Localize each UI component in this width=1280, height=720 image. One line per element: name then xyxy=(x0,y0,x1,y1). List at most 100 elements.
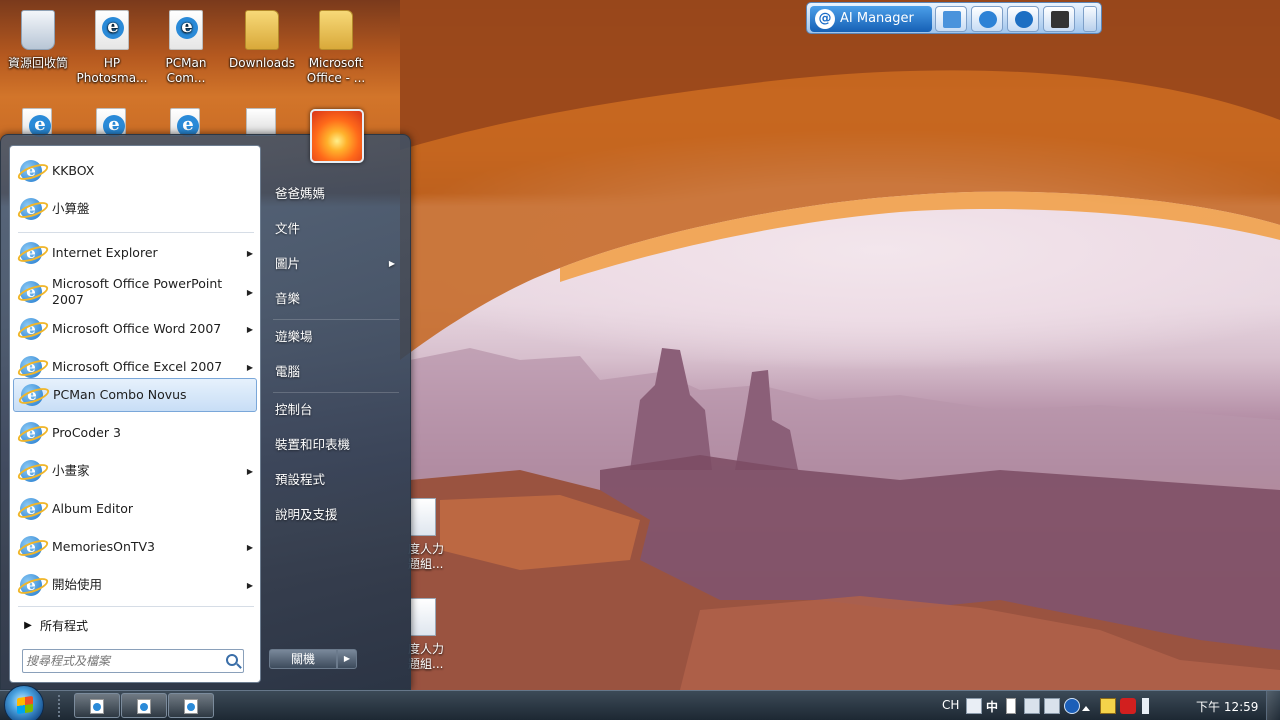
places-item-default-programs[interactable]: 預設程式 xyxy=(267,465,407,495)
help-icon[interactable] xyxy=(1064,698,1080,714)
ie-icon: e xyxy=(20,198,42,220)
document-icon xyxy=(410,598,436,636)
shutdown-button[interactable]: 關機 xyxy=(269,649,337,669)
places-item-computer[interactable]: 電腦 xyxy=(267,357,407,387)
asus-icon[interactable] xyxy=(1007,6,1039,32)
taskbar-button-app-1[interactable] xyxy=(74,693,120,718)
submenu-arrow-icon[interactable]: ▶ xyxy=(243,581,257,590)
ie-icon: e xyxy=(20,160,42,182)
program-calculator[interactable]: e 小算盤 xyxy=(13,192,257,226)
document-icon[interactable] xyxy=(170,108,200,137)
ai-manager-button[interactable]: AI Manager xyxy=(810,6,932,32)
places-item-games[interactable]: 遊樂場 xyxy=(267,322,407,352)
folder-icon xyxy=(245,10,279,50)
menu-separator xyxy=(18,232,254,233)
taskbar: CH 中 下午 12:59 xyxy=(0,685,1280,720)
full-half-width-icon[interactable] xyxy=(1006,698,1016,714)
ai-manager-toolbar: AI Manager xyxy=(806,2,1102,34)
start-button[interactable] xyxy=(4,685,44,720)
desktop-icon-partial[interactable]: 度人力 題組... xyxy=(408,596,450,680)
clock[interactable]: 下午 12:59 xyxy=(1196,698,1258,715)
program-kkbox[interactable]: e KKBOX xyxy=(13,154,257,188)
taskbar-grip[interactable] xyxy=(58,695,68,717)
program-internet-explorer[interactable]: e Internet Explorer ▶ xyxy=(13,236,257,270)
search-box[interactable] xyxy=(22,649,244,673)
places-item-control-panel[interactable]: 控制台 xyxy=(267,395,407,425)
shutdown-options-button[interactable]: ▶ xyxy=(337,649,357,669)
program-memoriesontv3[interactable]: e MemoriesOnTV3 ▶ xyxy=(13,530,257,564)
submenu-arrow-icon[interactable]: ▶ xyxy=(243,288,257,297)
language-indicator[interactable]: CH xyxy=(942,698,959,712)
desktop-icon-microsoft-office[interactable]: Microsoft Office - ... xyxy=(298,10,374,86)
taskbar-button-app-3[interactable] xyxy=(168,693,214,718)
desktop-icon-label: HP Photosma... xyxy=(76,56,148,85)
places-item-label: 圖片 xyxy=(275,256,301,271)
all-programs-label: 所有程式 xyxy=(40,618,89,633)
places-item-pictures[interactable]: 圖片 ▶ xyxy=(267,249,407,279)
program-album-editor[interactable]: e Album Editor xyxy=(13,492,257,526)
document-icon[interactable] xyxy=(22,108,52,137)
menu-separator xyxy=(273,319,399,320)
desktop-icon-label: Microsoft Office - ... xyxy=(306,56,366,85)
search-input[interactable] xyxy=(26,652,216,670)
show-hidden-icons[interactable] xyxy=(1082,703,1090,711)
ie-icon: e xyxy=(20,536,42,558)
document-icon[interactable] xyxy=(96,108,126,137)
desktop-icon-pcman-combo[interactable]: PCMan Com... xyxy=(148,10,224,86)
ie-icon: e xyxy=(20,318,42,340)
document-icon xyxy=(169,10,203,50)
desktop-icon-label: 度人力 題組... xyxy=(408,542,445,571)
ime-icon[interactable] xyxy=(966,698,982,714)
submenu-arrow-icon[interactable]: ▶ xyxy=(389,249,395,279)
places-item-devices-printers[interactable]: 裝置和印表機 xyxy=(267,430,407,460)
desktop-icon-label: 資源回收筒 xyxy=(7,56,68,70)
ie-icon: e xyxy=(20,356,42,378)
ime-mode-indicator[interactable]: 中 xyxy=(986,698,998,715)
recycle-bin-icon xyxy=(21,10,55,50)
show-desktop-button[interactable] xyxy=(1266,691,1280,720)
program-getting-started[interactable]: e 開始使用 ▶ xyxy=(13,568,257,602)
search-icon[interactable] xyxy=(226,654,238,666)
toolbar-options-handle[interactable] xyxy=(1083,6,1097,32)
desktop-icon-partial[interactable]: 度人力 題組... xyxy=(408,496,450,580)
start-menu: e KKBOX e 小算盤 e Internet Explorer ▶ e Mi… xyxy=(0,109,411,691)
user-account-picture[interactable] xyxy=(310,109,364,163)
places-item-user-folder[interactable]: 爸爸媽媽 xyxy=(267,179,407,209)
blank-file-icon[interactable] xyxy=(246,108,276,136)
desktop-icon-downloads[interactable]: Downloads xyxy=(224,10,300,71)
submenu-arrow-icon[interactable]: ▶ xyxy=(243,467,257,476)
volume-icon[interactable] xyxy=(1142,698,1158,714)
antivirus-icon[interactable] xyxy=(1120,698,1136,714)
places-item-documents[interactable]: 文件 xyxy=(267,214,407,244)
submenu-arrow-icon[interactable]: ▶ xyxy=(243,249,257,258)
program-procoder-3[interactable]: e ProCoder 3 xyxy=(13,416,257,450)
monitor-icon[interactable] xyxy=(1043,6,1075,32)
ie-icon: e xyxy=(20,460,42,482)
desktop-icon-hp-photosmart[interactable]: HP Photosma... xyxy=(74,10,150,86)
folder-icon xyxy=(319,10,353,50)
window-icon[interactable] xyxy=(935,6,967,32)
desktop-icon-label: PCMan Com... xyxy=(165,56,207,85)
document-icon xyxy=(184,699,198,714)
keyboard-icon[interactable] xyxy=(1024,698,1040,714)
desktop-icon-label: 度人力 題組... xyxy=(408,642,445,671)
program-pcman-combo-novus[interactable]: e PCMan Combo Novus xyxy=(13,378,257,412)
program-paint[interactable]: e 小畫家 ▶ xyxy=(13,454,257,488)
settings-icon[interactable] xyxy=(1044,698,1060,714)
places-item-help-support[interactable]: 說明及支援 xyxy=(267,500,407,530)
face-icon[interactable] xyxy=(971,6,1003,32)
all-programs-button[interactable]: ▶ 所有程式 xyxy=(16,612,256,638)
desktop-icon-recycle-bin[interactable]: 資源回收筒 xyxy=(0,10,76,71)
program-powerpoint-2007[interactable]: e Microsoft Office PowerPoint 2007 ▶ xyxy=(13,272,257,312)
submenu-arrow-icon[interactable]: ▶ xyxy=(243,363,257,372)
start-menu-places-pane: 爸爸媽媽 文件 圖片 ▶ 音樂 遊樂場 電腦 控制台 裝置和印表機 預設程式 說… xyxy=(263,109,411,691)
submenu-arrow-icon[interactable]: ▶ xyxy=(243,543,257,552)
document-icon xyxy=(90,699,104,714)
ie-icon: e xyxy=(20,422,42,444)
action-center-icon[interactable] xyxy=(1100,698,1116,714)
submenu-arrow-icon[interactable]: ▶ xyxy=(243,325,257,334)
program-word-2007[interactable]: e Microsoft Office Word 2007 ▶ xyxy=(13,312,257,346)
taskbar-button-app-2[interactable] xyxy=(121,693,167,718)
places-item-music[interactable]: 音樂 xyxy=(267,284,407,314)
menu-separator xyxy=(18,606,254,607)
